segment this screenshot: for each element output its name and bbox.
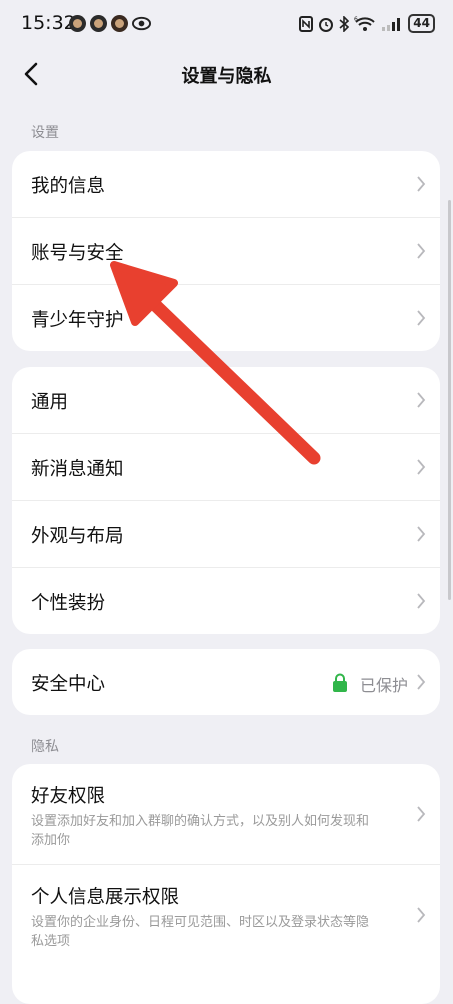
menu-item-appearance-layout[interactable]: 外观与布局	[12, 501, 440, 568]
menu-item-label: 个人信息展示权限	[31, 887, 180, 908]
menu-item-label: 好友权限	[31, 786, 106, 807]
chevron-right-icon	[417, 526, 426, 542]
chevron-right-icon	[417, 310, 426, 326]
menu-item-security-center[interactable]: 安全中心 已保护	[12, 649, 440, 715]
menu-item-youth-guard[interactable]: 青少年守护	[12, 285, 440, 351]
page-title: 设置与隐私	[181, 66, 272, 87]
menu-item-description: 设置你的企业身份、日程可见范围、时区以及登录状态等隐私选项	[31, 915, 370, 949]
settings-group-account: 我的信息 账号与安全 青少年守护	[12, 151, 440, 351]
menu-item-notifications[interactable]: 新消息通知	[12, 434, 440, 501]
settings-group-general: 通用 新消息通知 外观与布局 个性装扮	[12, 367, 440, 634]
chevron-right-icon	[417, 806, 426, 822]
chevron-right-icon	[417, 593, 426, 609]
chevron-right-icon	[417, 243, 426, 259]
bluetooth-icon	[339, 15, 350, 32]
privacy-group: 好友权限 设置添加好友和加入群聊的确认方式，以及别人如何发现和添加你 个人信息展…	[12, 764, 440, 1004]
status-bar: 15:32 6 44	[0, 0, 453, 46]
menu-item-my-info[interactable]: 我的信息	[12, 151, 440, 218]
menu-item-general[interactable]: 通用	[12, 367, 440, 434]
menu-item-label: 通用	[31, 392, 69, 413]
clock: 15:32	[21, 12, 76, 34]
navigation-bar: 设置与隐私	[0, 46, 453, 104]
wifi-label: 6	[354, 16, 358, 23]
menu-item-label: 青少年守护	[31, 310, 124, 331]
menu-item-profile-visibility[interactable]: 个人信息展示权限 设置你的企业身份、日程可见范围、时区以及登录状态等隐私选项	[12, 865, 440, 965]
menu-item-account-security[interactable]: 账号与安全	[12, 218, 440, 285]
menu-item-friend-permissions[interactable]: 好友权限 设置添加好友和加入群聊的确认方式，以及别人如何发现和添加你	[12, 764, 440, 865]
eye-icon	[132, 16, 151, 31]
menu-item-label: 新消息通知	[31, 459, 124, 480]
section-label-settings: 设置	[31, 125, 59, 141]
menu-item-label: 个性装扮	[31, 593, 106, 614]
menu-item-label: 外观与布局	[31, 526, 124, 547]
protection-status: 已保护	[359, 676, 408, 695]
chevron-right-icon	[417, 459, 426, 475]
app-notification-icon	[69, 15, 86, 32]
alarm-icon	[319, 17, 334, 32]
menu-item-label: 账号与安全	[31, 243, 124, 264]
section-label-privacy: 隐私	[31, 739, 59, 755]
app-notification-icon	[90, 15, 107, 32]
app-notification-icon	[111, 15, 128, 32]
chevron-right-icon	[417, 392, 426, 408]
battery-indicator: 44	[408, 14, 435, 33]
lock-icon	[333, 673, 347, 692]
chevron-right-icon	[417, 907, 426, 923]
chevron-right-icon	[417, 176, 426, 192]
menu-item-label: 我的信息	[31, 176, 106, 197]
menu-item-description: 设置添加好友和加入群聊的确认方式，以及别人如何发现和添加你	[31, 814, 370, 848]
wifi-icon: 6	[354, 16, 375, 31]
menu-item-label: 安全中心	[31, 674, 106, 695]
chevron-right-icon	[417, 674, 426, 690]
settings-group-security-center: 安全中心 已保护	[12, 649, 440, 715]
nfc-icon	[299, 15, 314, 32]
notification-icons	[69, 15, 151, 32]
menu-item-personalization[interactable]: 个性装扮	[12, 568, 440, 634]
scrollbar[interactable]	[448, 200, 451, 600]
system-status: 6 44	[299, 14, 435, 33]
signal-icon	[382, 17, 401, 31]
